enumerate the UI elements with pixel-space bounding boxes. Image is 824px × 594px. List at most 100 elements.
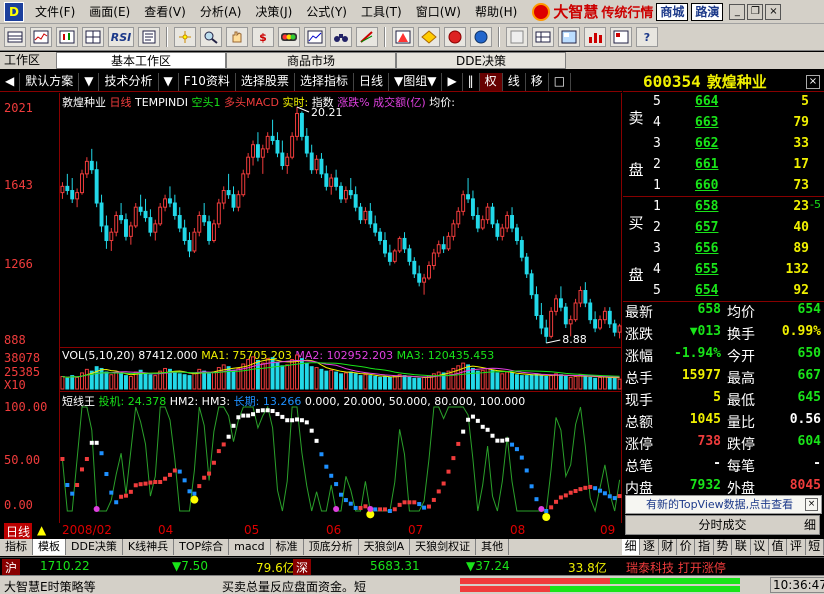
- tab-basic-workspace[interactable]: 基本工作区: [56, 52, 226, 69]
- move-button[interactable]: 移: [526, 72, 549, 91]
- daily-period-button[interactable]: 日线: [354, 72, 389, 91]
- ask-price[interactable]: 660: [695, 178, 718, 193]
- close-button[interactable]: ×: [765, 3, 782, 20]
- chart-canvas[interactable]: 20.21 8.88: [60, 93, 622, 523]
- chart-window-icon[interactable]: [304, 27, 326, 47]
- bid-price[interactable]: 657: [695, 220, 718, 235]
- diamond-sign-icon[interactable]: [418, 27, 440, 47]
- tab-value[interactable]: 值: [769, 539, 788, 555]
- blue-disc-icon[interactable]: [470, 27, 492, 47]
- bid-row[interactable]: 4 655 132: [653, 262, 823, 283]
- minimize-button[interactable]: _: [729, 3, 746, 20]
- minute-chart-icon[interactable]: [30, 27, 52, 47]
- signal-light-icon[interactable]: [278, 27, 300, 47]
- tab-trend[interactable]: 势: [714, 539, 733, 555]
- notice-close-button[interactable]: ×: [805, 498, 818, 511]
- scroll-right-button[interactable]: ▶: [442, 72, 463, 91]
- notice-text[interactable]: 有新的TopView数据,点击查看: [646, 498, 793, 511]
- ask-price[interactable]: 662: [695, 136, 718, 151]
- rights-adjust-button[interactable]: 权: [479, 72, 503, 91]
- bid-row[interactable]: 2 657 40: [653, 220, 823, 241]
- bid-price[interactable]: 656: [695, 241, 718, 256]
- status-left[interactable]: 大智慧E时策略等: [4, 578, 96, 594]
- tab-finance[interactable]: 财: [659, 539, 678, 555]
- sz-index-label[interactable]: 深: [293, 559, 312, 576]
- menu-formula[interactable]: 公式(Y): [299, 3, 354, 20]
- ask-price[interactable]: 663: [695, 115, 718, 130]
- chart-panel[interactable]: 2021 1643 1266 888 38078 25385 X10 100.0…: [0, 93, 622, 538]
- bid-row[interactable]: 5 654 92: [653, 283, 823, 304]
- tick-detail-label[interactable]: 细: [804, 516, 816, 534]
- menu-tools[interactable]: 工具(T): [354, 3, 409, 20]
- warning-icon[interactable]: [392, 27, 414, 47]
- tab-tianlang-a[interactable]: 天狼剑A: [359, 539, 411, 555]
- binoculars-icon[interactable]: [330, 27, 352, 47]
- news-icon[interactable]: [610, 27, 632, 47]
- ask-row[interactable]: 5 664 5: [653, 94, 823, 115]
- f10-info-button[interactable]: F10资料: [179, 72, 236, 91]
- f10-dropdown-icon[interactable]: ▼: [159, 72, 179, 91]
- maximize-chart-button[interactable]: □: [549, 72, 572, 91]
- tab-short[interactable]: 短: [806, 539, 824, 555]
- select-stock-button[interactable]: 选择股票: [236, 72, 295, 91]
- scroll-news[interactable]: 瑞泰科技 打开涨停: [626, 559, 726, 576]
- select-indicator-button[interactable]: 选择指标: [295, 72, 354, 91]
- menu-analysis[interactable]: 分析(A): [193, 3, 249, 20]
- bid-row[interactable]: 1 658 23: [653, 199, 823, 220]
- menu-view[interactable]: 查看(V): [137, 3, 193, 20]
- menu-help[interactable]: 帮助(H): [468, 3, 524, 20]
- market-button[interactable]: 商城: [656, 2, 689, 21]
- restore-button[interactable]: ❐: [747, 3, 764, 20]
- bid-price[interactable]: 658: [695, 199, 718, 214]
- tab-kline-god[interactable]: K线神兵: [123, 539, 175, 555]
- app-icon[interactable]: D: [4, 1, 24, 22]
- topview-notice[interactable]: 有新的TopView数据,点击查看 ×: [625, 495, 822, 514]
- tab-dde[interactable]: DDE决策: [66, 539, 123, 555]
- tab-detail[interactable]: 细: [622, 539, 641, 555]
- pen-draw-icon[interactable]: [356, 27, 378, 47]
- pause-button[interactable]: ‖: [463, 72, 480, 91]
- tab-index[interactable]: 指: [695, 539, 714, 555]
- menu-screen[interactable]: 画面(E): [82, 3, 137, 20]
- tab-macd[interactable]: macd: [229, 539, 271, 555]
- status-scroll-tip[interactable]: 买卖总量反应盘面资金。短: [222, 578, 366, 594]
- tab-dde-decision[interactable]: DDE决策: [396, 52, 566, 69]
- red-disc-icon[interactable]: [444, 27, 466, 47]
- bid-price[interactable]: 655: [695, 262, 718, 277]
- tab-tianlang-warrant[interactable]: 天狼剑权证: [410, 539, 477, 555]
- default-scheme-button[interactable]: 默认方案: [20, 72, 80, 91]
- report-icon[interactable]: [138, 27, 160, 47]
- zoom-icon[interactable]: [200, 27, 222, 47]
- layout-icon[interactable]: [558, 27, 580, 47]
- table-icon[interactable]: [532, 27, 554, 47]
- tab-price[interactable]: 价: [677, 539, 696, 555]
- ask-row[interactable]: 1 660 73: [653, 178, 823, 199]
- help-icon[interactable]: ?: [636, 27, 658, 47]
- tab-tick[interactable]: 逐: [640, 539, 659, 555]
- tab-linked[interactable]: 联: [732, 539, 751, 555]
- sh-index-label[interactable]: 沪: [2, 559, 21, 576]
- tab-indicator[interactable]: 指标: [0, 539, 33, 555]
- chart-group-button[interactable]: ▼图组▼: [389, 72, 443, 91]
- roadshow-button[interactable]: 路演: [691, 2, 724, 21]
- ask-row[interactable]: 2 661 17: [653, 157, 823, 178]
- grid-icon[interactable]: [82, 27, 104, 47]
- bar-chart-icon[interactable]: [584, 27, 606, 47]
- tab-discussion[interactable]: 议: [751, 539, 769, 555]
- tab-other[interactable]: 其他: [476, 539, 510, 555]
- tab-top-bottom[interactable]: 顶底分析: [304, 539, 359, 555]
- quote-list-icon[interactable]: [4, 27, 26, 47]
- bid-price[interactable]: 654: [695, 283, 718, 298]
- tech-analysis-button[interactable]: 技术分析: [99, 72, 159, 91]
- ask-row[interactable]: 3 662 33: [653, 136, 823, 157]
- tech-analysis-dropdown-icon[interactable]: ▼: [79, 72, 100, 91]
- rsi-button[interactable]: RSI: [108, 27, 134, 47]
- bid-row[interactable]: 3 656 89: [653, 241, 823, 262]
- scroll-left-button[interactable]: ◀: [0, 72, 21, 91]
- menu-decision[interactable]: 决策(J): [248, 3, 299, 20]
- dollar-button[interactable]: $: [252, 27, 274, 47]
- menu-file[interactable]: 文件(F): [28, 3, 82, 20]
- period-tag[interactable]: 日线: [4, 523, 33, 540]
- ask-price[interactable]: 664: [695, 94, 718, 109]
- crosshair-icon[interactable]: [174, 27, 196, 47]
